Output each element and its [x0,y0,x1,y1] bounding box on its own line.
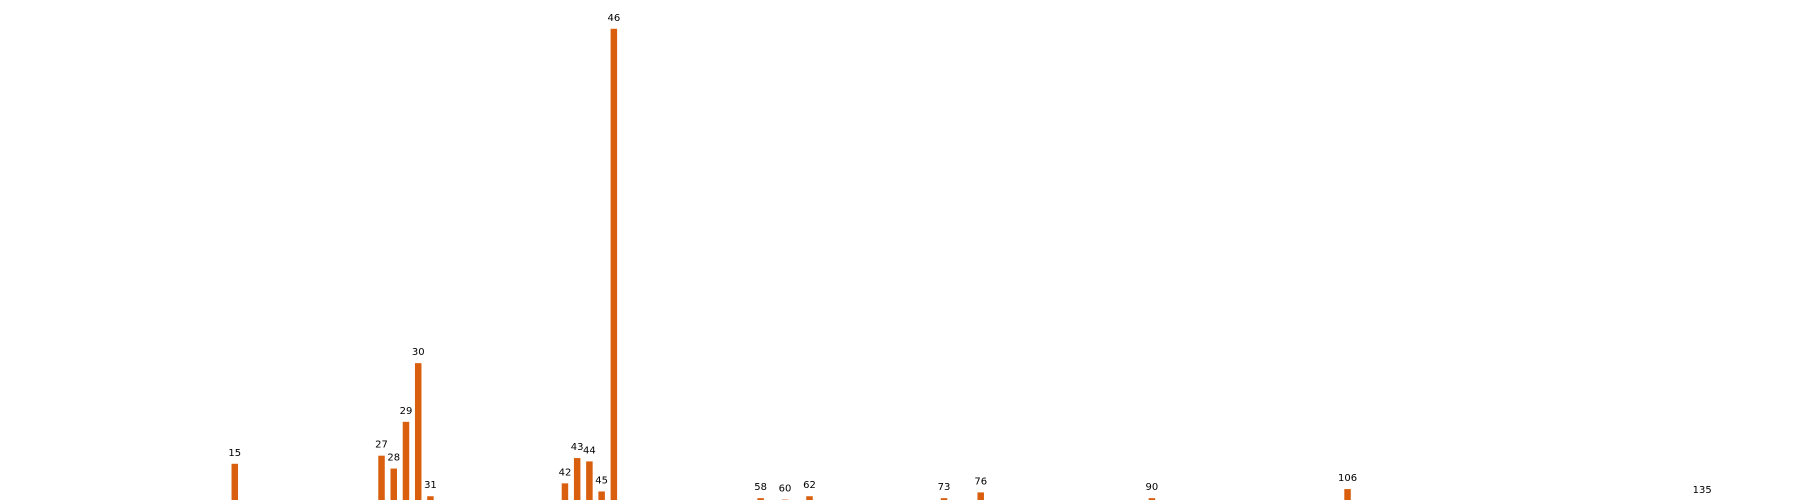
bar-label-62: 62 [803,480,816,491]
bar-30 [414,363,422,500]
bar-label-45: 45 [595,475,608,486]
bar-labels-group: 15 27 28 29 30 31 42 43 44 45 46 58 60 62 73 76 90 106 135 [228,13,1711,496]
bar-label-31: 31 [424,480,437,491]
bar-label-43: 43 [571,442,584,453]
bar-76 [977,492,984,500]
bar-label-44: 44 [583,445,596,456]
bar-label-30: 30 [412,347,425,358]
bar-label-73: 73 [938,482,951,493]
bar-label-27: 27 [375,440,388,451]
bar-chart: 15 27 28 29 30 31 42 43 44 45 46 58 60 62 73 76 90 106 135 [228,13,1712,500]
bar-15 [231,463,239,500]
bar-28 [390,468,397,500]
chart: 15 27 28 29 30 31 42 43 44 45 46 58 60 62 73 76 90 106 135 [0,0,1800,500]
bar-label-135: 135 [1693,485,1712,496]
bar-106 [1344,489,1351,500]
bar-42 [561,483,569,500]
bar-label-106: 106 [1338,473,1357,484]
bar-31 [427,496,434,500]
bar-label-76: 76 [974,476,987,487]
bar-29 [402,421,410,500]
bar-label-58: 58 [754,482,767,493]
bar-43 [573,458,581,500]
bar-label-15: 15 [228,448,241,459]
bar-label-46: 46 [607,13,620,24]
bar-label-42: 42 [559,467,572,478]
bar-label-28: 28 [387,453,400,464]
bar-62 [806,496,813,500]
bar-27 [378,455,385,500]
bars-group [231,28,1351,500]
bar-46 [610,28,618,500]
bar-44 [586,461,593,500]
bar-label-60: 60 [779,484,792,495]
bar-45 [598,491,605,500]
bar-label-90: 90 [1146,482,1159,493]
bar-label-29: 29 [400,406,413,417]
